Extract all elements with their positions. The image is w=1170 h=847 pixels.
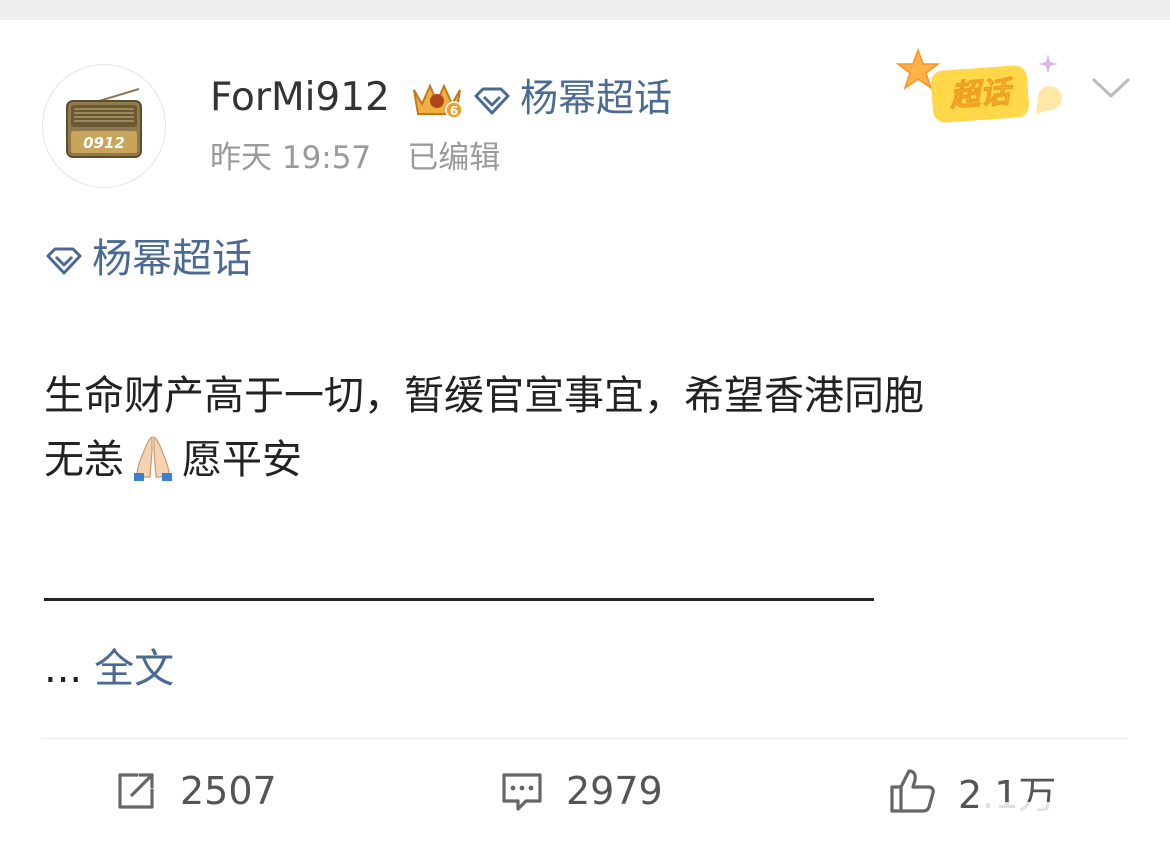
body-topic-label: 杨幂超话 bbox=[92, 236, 252, 282]
comment-count: 2979 bbox=[566, 769, 663, 813]
diamond-topic-icon bbox=[474, 87, 510, 114]
header-topic-link[interactable]: 杨幂超话 bbox=[472, 72, 672, 124]
post-meta: 昨天 19:57 已编辑 bbox=[210, 136, 500, 180]
avatar[interactable]: 0912 bbox=[42, 64, 166, 188]
radio-avatar-icon: 0912 bbox=[66, 88, 142, 158]
level-number: 6 bbox=[450, 104, 458, 118]
action-bar-divider bbox=[42, 738, 1128, 739]
full-text-link[interactable]: 全文 bbox=[94, 646, 174, 692]
diamond-topic-icon bbox=[46, 247, 82, 275]
post-text-line-2: 无恙 愿平安 bbox=[44, 428, 1124, 492]
repost-button[interactable]: 2507 bbox=[114, 764, 277, 818]
watermark-overlay bbox=[978, 802, 1160, 840]
edited-label: 已编辑 bbox=[407, 140, 501, 176]
comment-icon bbox=[502, 773, 542, 811]
super-badge-label: 超话 bbox=[948, 75, 1015, 114]
post-text: 生命财产高于一切，暂缓官宣事宜，希望香港同胞 无恙 愿平安 bbox=[44, 364, 1124, 492]
body-topic-link[interactable]: 杨幂超话 bbox=[44, 232, 252, 286]
super-topic-badge-icon[interactable]: 超话 bbox=[888, 44, 1078, 138]
repost-count: 2507 bbox=[180, 769, 277, 813]
like-icon bbox=[890, 769, 935, 813]
text-divider-line bbox=[44, 598, 874, 601]
timestamp: 昨天 19:57 bbox=[210, 140, 372, 176]
avatar-label: 0912 bbox=[83, 134, 125, 152]
comment-button[interactable]: 2979 bbox=[500, 764, 663, 818]
expand-row: ... 全文 bbox=[44, 642, 174, 696]
crown-badge-icon: 6 bbox=[408, 74, 466, 124]
ellipsis: ... bbox=[44, 646, 83, 692]
post-text-segment: 愿平安 bbox=[182, 437, 302, 483]
header-topic-label: 杨幂超话 bbox=[520, 76, 673, 120]
author-name[interactable]: ForMi912 bbox=[210, 72, 390, 124]
praying-hands-icon bbox=[134, 436, 172, 481]
repost-icon bbox=[118, 773, 154, 809]
top-band bbox=[0, 0, 1170, 20]
chevron-down-icon[interactable] bbox=[1090, 74, 1132, 106]
post-text-line-1: 生命财产高于一切，暂缓官宣事宜，希望香港同胞 bbox=[44, 373, 924, 419]
post-text-segment: 无恙 bbox=[44, 437, 124, 483]
